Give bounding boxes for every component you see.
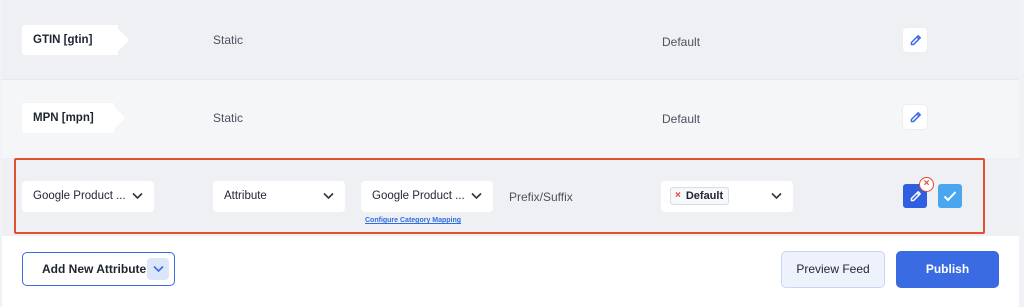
add-new-attribute-button[interactable]: Add New Attribute xyxy=(22,252,175,286)
publish-button[interactable]: Publish xyxy=(896,251,999,288)
pencil-icon xyxy=(910,34,921,45)
feed-attributes-frame: GTIN [gtin] Static Default MPN [mpn] Sta… xyxy=(0,0,1024,307)
output-text: Default xyxy=(662,112,701,126)
attribute-tag: MPN [mpn] xyxy=(22,103,114,133)
type-text: Static xyxy=(213,33,244,47)
add-attribute-dropdown[interactable] xyxy=(147,258,169,280)
add-new-attribute-label: Add New Attribute xyxy=(42,262,147,276)
attribute-tag: GTIN [gtin] xyxy=(22,25,118,55)
output-text: Default xyxy=(662,35,701,49)
edit-button[interactable] xyxy=(903,28,927,52)
edit-button[interactable] xyxy=(903,105,927,129)
chevron-down-icon xyxy=(152,265,164,273)
editing-row-highlight xyxy=(14,158,985,234)
attribute-row-mpn xyxy=(2,80,1019,158)
pencil-icon xyxy=(910,111,921,122)
attribute-row-gtin xyxy=(2,0,1019,80)
preview-feed-button[interactable]: Preview Feed xyxy=(781,251,885,288)
type-text: Static xyxy=(213,111,244,125)
